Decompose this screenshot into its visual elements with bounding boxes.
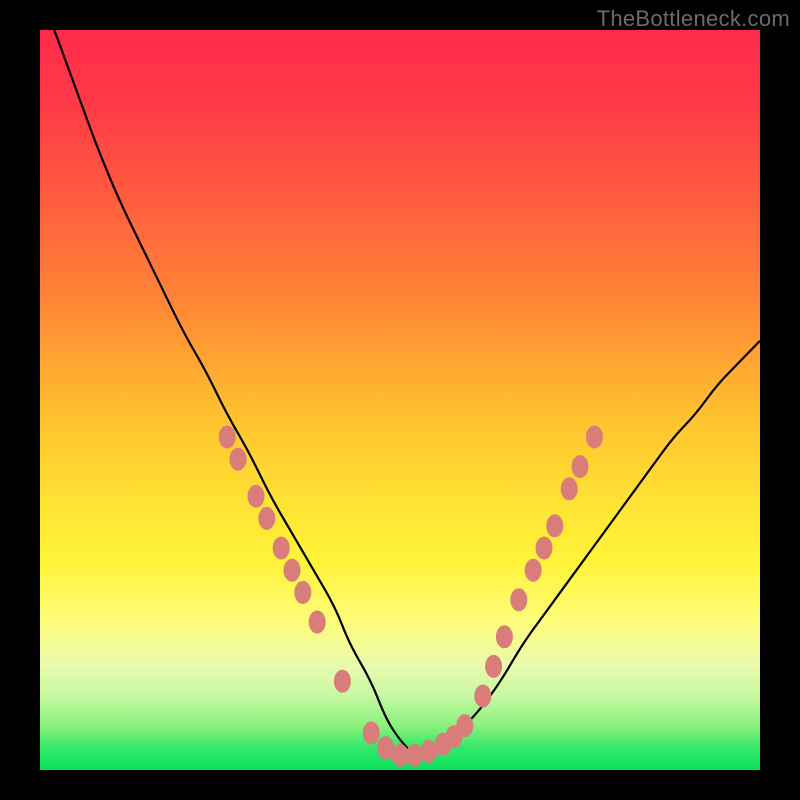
data-marker (219, 426, 235, 448)
data-marker (586, 426, 602, 448)
watermark-text: TheBottleneck.com (597, 6, 790, 32)
data-marker (547, 515, 563, 537)
data-marker (248, 485, 264, 507)
data-marker (309, 611, 325, 633)
data-marker (525, 559, 541, 581)
data-marker (511, 589, 527, 611)
data-marker (561, 478, 577, 500)
data-marker (295, 581, 311, 603)
data-marker (334, 670, 350, 692)
data-marker (475, 685, 491, 707)
plot-area (40, 30, 760, 770)
data-marker (406, 744, 422, 766)
data-marker (457, 715, 473, 737)
data-marker (378, 737, 394, 759)
marker-layer (40, 30, 760, 770)
data-marker (392, 744, 408, 766)
data-marker (486, 655, 502, 677)
data-marker (363, 722, 379, 744)
data-marker (421, 741, 437, 763)
data-marker (259, 507, 275, 529)
data-marker (572, 456, 588, 478)
data-marker (230, 448, 246, 470)
data-marker (496, 626, 512, 648)
data-marker (284, 559, 300, 581)
data-marker (273, 537, 289, 559)
data-markers (219, 426, 602, 766)
chart-frame: TheBottleneck.com (0, 0, 800, 800)
data-marker (536, 537, 552, 559)
